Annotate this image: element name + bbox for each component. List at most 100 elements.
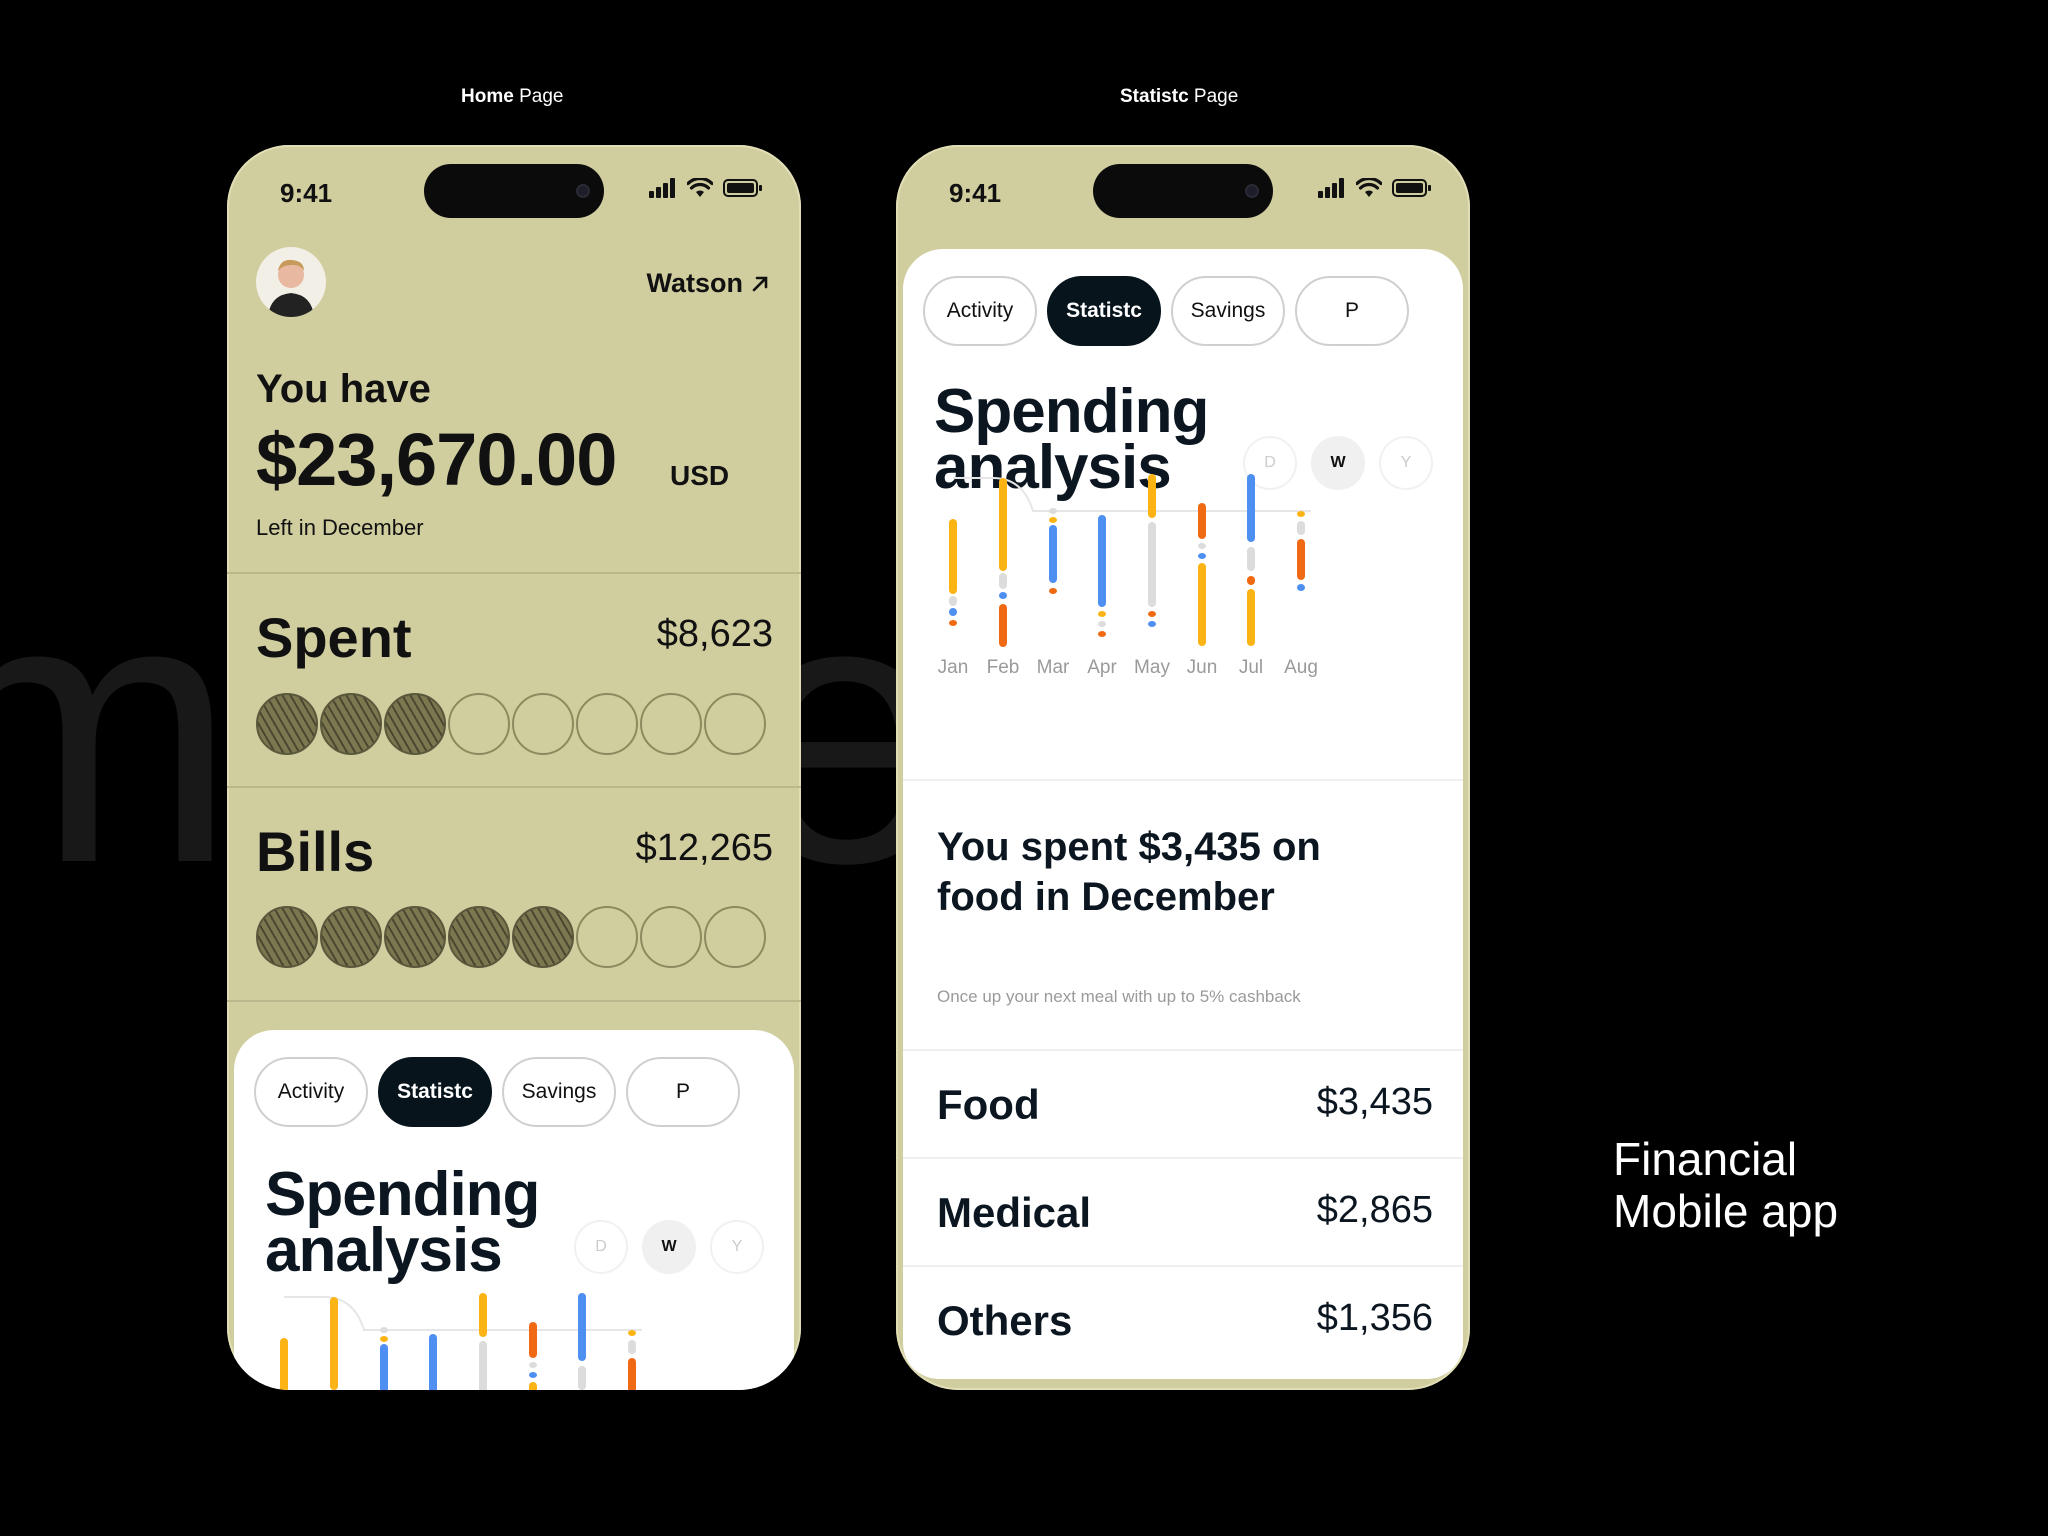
bar-segment-jan <box>949 620 957 626</box>
spending-message: You spent $3,435 on food in December <box>937 825 1321 919</box>
bills-dot <box>512 906 574 968</box>
bar-segment-jun <box>529 1382 537 1390</box>
category-row-food[interactable]: Food $3,435 <box>903 1049 1463 1157</box>
caption-home-page: Home Page <box>461 86 564 107</box>
bar-segment-aug <box>1297 584 1305 591</box>
bar-segment-jun <box>1198 543 1206 549</box>
bar-segment-jan <box>280 1338 288 1390</box>
bar-segment-jan <box>949 596 957 606</box>
bar-segment-jun <box>529 1322 537 1358</box>
spent-dot <box>256 693 318 755</box>
bar-segment-jul <box>578 1293 586 1361</box>
signal-icon <box>1318 178 1344 198</box>
bar-segment-jun <box>1198 563 1206 646</box>
spent-dot <box>384 693 446 755</box>
spending-chart-preview <box>280 1293 642 1390</box>
bar-segment-aug <box>628 1358 636 1390</box>
bar-segment-may <box>1148 611 1156 617</box>
bar-segment-jul <box>1247 576 1255 585</box>
bar-segment-apr <box>1098 631 1106 637</box>
month-label-feb: Feb <box>986 657 1020 678</box>
bar-segment-mar <box>1049 588 1057 594</box>
status-bar: 9:41 <box>227 145 801 235</box>
balance-subtitle: Left in December <box>256 515 424 540</box>
month-label-jan: Jan <box>937 657 969 678</box>
spent-dot <box>640 693 702 755</box>
category-row-others[interactable]: Others $1,356 <box>903 1265 1463 1373</box>
bar-segment-feb <box>999 592 1007 599</box>
bar-segment-may <box>1148 522 1156 607</box>
bar-segment-feb <box>999 604 1007 647</box>
bills-dot <box>256 906 318 968</box>
bar-segment-apr <box>1098 611 1106 617</box>
dynamic-island <box>424 164 604 218</box>
avatar[interactable] <box>256 247 326 317</box>
category-value: $1,356 <box>1316 1297 1433 1339</box>
category-name: Medical <box>937 1189 1092 1236</box>
bar-segment-mar <box>1049 508 1057 514</box>
dynamic-island <box>1093 164 1273 218</box>
bar-segment-mar <box>1049 525 1057 583</box>
bar-segment-mar <box>380 1344 388 1390</box>
bills-dot <box>576 906 638 968</box>
spent-dot <box>576 693 638 755</box>
statistics-sheet: Activity Statistc Savings P Spending analysi… <box>903 249 1463 1379</box>
category-name: Others <box>937 1297 1073 1344</box>
bar-segment-aug <box>1297 511 1305 517</box>
user-profile-link[interactable]: Watson <box>647 268 770 299</box>
bills-dot <box>320 906 382 968</box>
status-bar: 9:41 <box>896 145 1470 235</box>
bar-segment-apr <box>429 1334 437 1390</box>
bar-segment-feb <box>330 1297 338 1390</box>
bar-segment-feb <box>999 478 1007 571</box>
category-name: Food <box>937 1081 1040 1128</box>
balance-amount: $23,670.00 <box>256 418 617 501</box>
spent-dot <box>320 693 382 755</box>
bar-segment-jul <box>1247 474 1255 542</box>
wifi-icon <box>1356 178 1382 197</box>
divider <box>227 1000 801 1002</box>
month-label-mar: Mar <box>1036 657 1070 678</box>
bar-segment-jul <box>1247 589 1255 646</box>
status-time: 9:41 <box>280 178 333 208</box>
bar-segment-may <box>1148 621 1156 627</box>
month-label-jun: Jun <box>1186 657 1218 678</box>
bills-dot <box>640 906 702 968</box>
cashback-hint: Once up your next meal with up to 5% cas… <box>937 987 1301 1006</box>
spent-dot <box>512 693 574 755</box>
bar-segment-aug <box>1297 539 1305 580</box>
arrow-up-right-icon <box>752 276 768 291</box>
statistics-sheet-preview: Activity Statistc Savings P Spending analysi… <box>234 1030 794 1390</box>
bar-segment-may <box>1148 474 1156 518</box>
bar-segment-jul <box>1247 547 1255 571</box>
camera-icon <box>576 184 590 198</box>
wifi-icon <box>687 178 713 197</box>
bills-dot <box>448 906 510 968</box>
bar-segment-may <box>479 1341 487 1390</box>
battery-icon <box>723 179 762 197</box>
category-value: $3,435 <box>1316 1081 1433 1123</box>
bar-segment-aug <box>1297 521 1305 535</box>
spent-value: $8,623 <box>656 613 773 655</box>
bills-value: $12,265 <box>635 827 773 869</box>
bar-segment-may <box>479 1293 487 1337</box>
balance-currency: USD <box>670 460 730 491</box>
bills-dot <box>384 906 446 968</box>
user-name: Watson <box>646 268 744 298</box>
divider <box>903 779 1463 781</box>
bills-dot <box>704 906 766 968</box>
camera-icon <box>1245 184 1259 198</box>
bar-segment-mar <box>380 1327 388 1333</box>
bar-segment-aug <box>628 1340 636 1354</box>
bar-segment-mar <box>1049 517 1057 523</box>
status-time: 9:41 <box>949 178 1002 208</box>
spent-label: Spent <box>256 606 412 669</box>
divider <box>227 786 801 788</box>
bar-segment-jun <box>1198 503 1206 539</box>
category-value: $2,865 <box>1316 1189 1433 1231</box>
category-row-medical[interactable]: Medical $2,865 <box>903 1157 1463 1265</box>
statistic-phone: 9:41 Activity Statistc Savings P Spending an… <box>896 145 1470 1390</box>
bar-segment-apr <box>1098 515 1106 607</box>
spent-progress-dots <box>256 693 766 755</box>
bills-label: Bills <box>256 820 375 883</box>
